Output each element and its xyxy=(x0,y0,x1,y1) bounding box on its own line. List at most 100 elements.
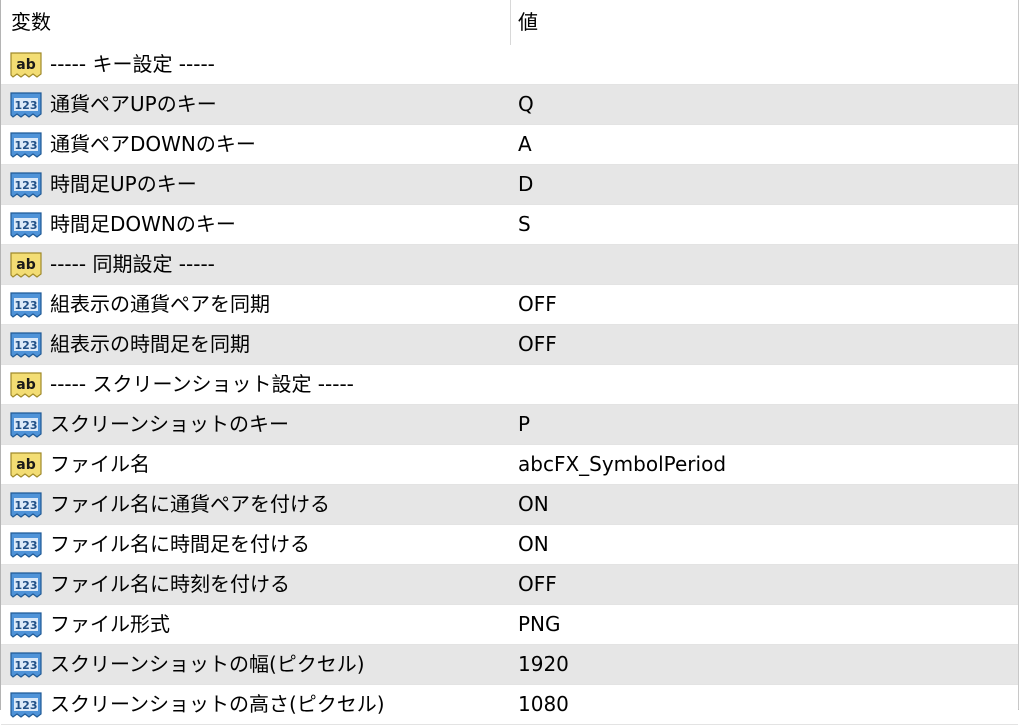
svg-text:123: 123 xyxy=(15,699,38,712)
parameter-value[interactable]: S xyxy=(518,205,531,244)
table-row[interactable]: 123 ファイル名に通貨ペアを付ける ON xyxy=(1,485,1018,525)
parameter-value-cell[interactable] xyxy=(511,165,1018,204)
table-row[interactable]: 123 ファイル形式 PNG xyxy=(1,605,1018,645)
parameter-name: 組表示の時間足を同期 xyxy=(50,332,250,356)
parameter-value[interactable]: P xyxy=(518,405,530,444)
svg-text:ab: ab xyxy=(16,57,35,73)
table-row[interactable]: 123 スクリーンショットのキー P xyxy=(1,405,1018,445)
parameter-value[interactable]: 1920 xyxy=(518,645,569,684)
svg-text:123: 123 xyxy=(15,219,38,232)
parameter-value[interactable]: OFF xyxy=(518,285,557,324)
parameter-value[interactable]: 1080 xyxy=(518,685,569,724)
parameter-name: 時間足UPのキー xyxy=(50,172,197,196)
parameter-value-cell[interactable] xyxy=(511,525,1018,564)
parameter-name: ファイル形式 xyxy=(50,612,170,636)
table-row[interactable]: ab ファイル名 abcFX_SymbolPeriod xyxy=(1,445,1018,485)
table-row[interactable]: 123 スクリーンショットの高さ(ピクセル) 1080 xyxy=(1,685,1018,725)
parameter-name: ファイル名に通貨ペアを付ける xyxy=(50,492,330,516)
parameter-name: 通貨ペアDOWNのキー xyxy=(50,132,256,156)
parameter-value-cell[interactable] xyxy=(511,685,1018,724)
parameter-value[interactable]: A xyxy=(518,125,532,164)
123-integer-icon: 123 xyxy=(9,610,43,640)
table-row[interactable]: 123 通貨ペアUPのキー Q xyxy=(1,85,1018,125)
svg-text:ab: ab xyxy=(16,377,35,393)
parameter-name: スクリーンショットの幅(ピクセル) xyxy=(50,652,365,676)
parameter-name: スクリーンショットのキー xyxy=(50,412,289,436)
table-row[interactable]: 123 組表示の時間足を同期 OFF xyxy=(1,325,1018,365)
123-integer-icon: 123 xyxy=(9,170,43,200)
table-row[interactable]: 123 スクリーンショットの幅(ピクセル) 1920 xyxy=(1,645,1018,685)
123-integer-icon: 123 xyxy=(9,330,43,360)
123-integer-icon: 123 xyxy=(9,90,43,120)
parameter-name: 組表示の通貨ペアを同期 xyxy=(50,292,270,316)
123-integer-icon: 123 xyxy=(9,530,43,560)
svg-text:123: 123 xyxy=(15,99,38,112)
svg-text:123: 123 xyxy=(15,539,38,552)
parameter-value[interactable]: PNG xyxy=(518,605,561,644)
column-header-value[interactable]: 値 xyxy=(518,0,538,45)
parameter-name: 時間足DOWNのキー xyxy=(50,212,236,236)
ab-string-icon: ab xyxy=(9,370,43,400)
column-header-variable[interactable]: 変数 xyxy=(11,0,51,45)
table-row[interactable]: 123 通貨ペアDOWNのキー A xyxy=(1,125,1018,165)
123-integer-icon: 123 xyxy=(9,410,43,440)
svg-text:123: 123 xyxy=(15,579,38,592)
parameter-value-cell[interactable] xyxy=(511,405,1018,444)
parameter-value[interactable]: Q xyxy=(518,85,534,124)
table-row[interactable]: 123 ファイル名に時刻を付ける OFF xyxy=(1,565,1018,605)
parameter-name: スクリーンショットの高さ(ピクセル) xyxy=(50,692,385,716)
svg-text:123: 123 xyxy=(15,179,38,192)
parameter-name: ----- スクリーンショット設定 ----- xyxy=(50,372,354,396)
parameter-value-cell[interactable] xyxy=(511,365,1018,404)
table-row[interactable]: ab ----- キー設定 ----- xyxy=(1,45,1018,85)
table-row[interactable]: 123 時間足DOWNのキー S xyxy=(1,205,1018,245)
parameter-value[interactable]: OFF xyxy=(518,565,557,604)
123-integer-icon: 123 xyxy=(9,130,43,160)
parameter-name: ファイル名に時刻を付ける xyxy=(50,572,290,596)
svg-text:123: 123 xyxy=(15,499,38,512)
svg-text:123: 123 xyxy=(15,339,38,352)
parameter-value-cell[interactable] xyxy=(511,605,1018,644)
parameter-value[interactable]: abcFX_SymbolPeriod xyxy=(518,445,726,484)
ab-string-icon: ab xyxy=(9,450,43,480)
parameter-value-cell[interactable] xyxy=(511,45,1018,84)
table-row[interactable]: 123 ファイル名に時間足を付ける ON xyxy=(1,525,1018,565)
ab-string-icon: ab xyxy=(9,50,43,80)
parameter-name: ファイル名 xyxy=(50,452,150,476)
parameter-value-cell[interactable] xyxy=(511,325,1018,364)
parameter-value-cell[interactable] xyxy=(511,245,1018,284)
parameter-value-cell[interactable] xyxy=(511,205,1018,244)
ab-string-icon: ab xyxy=(9,250,43,280)
svg-text:123: 123 xyxy=(15,619,38,632)
table-row[interactable]: 123 時間足UPのキー D xyxy=(1,165,1018,205)
123-integer-icon: 123 xyxy=(9,210,43,240)
123-integer-icon: 123 xyxy=(9,650,43,680)
parameter-value-cell[interactable] xyxy=(511,565,1018,604)
svg-text:ab: ab xyxy=(16,457,35,473)
parameter-value[interactable]: OFF xyxy=(518,325,557,364)
123-integer-icon: 123 xyxy=(9,290,43,320)
parameter-name: ----- 同期設定 ----- xyxy=(50,252,215,276)
input-parameters-table: 変数 値 ab ----- キー設定 ----- 123 通貨ペアUPのキー Q 123 通… xyxy=(0,0,1019,725)
svg-text:123: 123 xyxy=(15,419,38,432)
parameter-name: ----- キー設定 ----- xyxy=(50,52,215,76)
svg-text:ab: ab xyxy=(16,257,35,273)
parameter-value-cell[interactable] xyxy=(511,645,1018,684)
svg-text:123: 123 xyxy=(15,299,38,312)
table-row[interactable]: 123 組表示の通貨ペアを同期 OFF xyxy=(1,285,1018,325)
parameter-value[interactable]: ON xyxy=(518,485,549,524)
svg-text:123: 123 xyxy=(15,659,38,672)
parameter-value[interactable]: ON xyxy=(518,525,549,564)
123-integer-icon: 123 xyxy=(9,690,43,720)
parameter-value[interactable]: D xyxy=(518,165,533,204)
parameter-name: 通貨ペアUPのキー xyxy=(50,92,217,116)
parameter-rows: ab ----- キー設定 ----- 123 通貨ペアUPのキー Q 123 通貨ペアDO… xyxy=(1,45,1018,725)
parameter-value-cell[interactable] xyxy=(511,125,1018,164)
parameter-value-cell[interactable] xyxy=(511,285,1018,324)
svg-text:123: 123 xyxy=(15,139,38,152)
parameter-value-cell[interactable] xyxy=(511,85,1018,124)
table-row[interactable]: ab ----- 同期設定 ----- xyxy=(1,245,1018,285)
123-integer-icon: 123 xyxy=(9,490,43,520)
table-row[interactable]: ab ----- スクリーンショット設定 ----- xyxy=(1,365,1018,405)
parameter-value-cell[interactable] xyxy=(511,485,1018,524)
